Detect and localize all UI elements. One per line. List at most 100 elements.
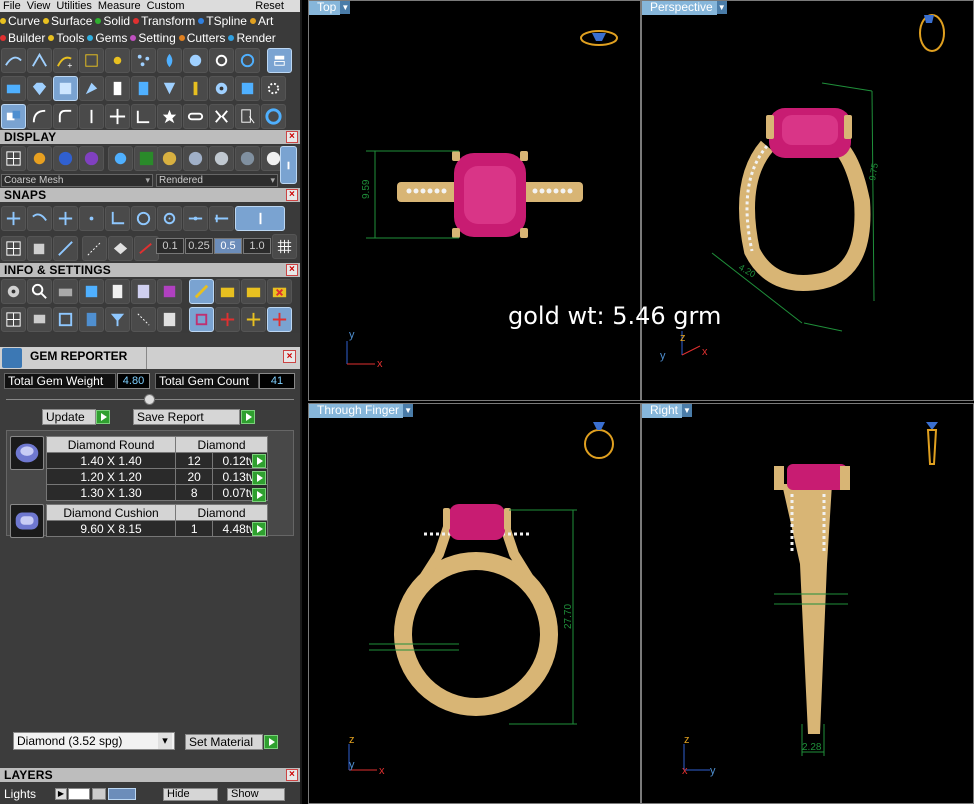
flower-tool-icon[interactable] — [209, 47, 234, 73]
add-curve-icon[interactable]: + — [53, 47, 78, 73]
material-silver-icon[interactable] — [209, 145, 234, 171]
drop-tool-icon[interactable] — [157, 47, 182, 73]
revolve-tool-icon[interactable] — [157, 75, 182, 101]
show-button[interactable]: Show — [227, 788, 285, 801]
menu-measure[interactable]: Measure — [95, 0, 144, 12]
menu-file[interactable]: File — [0, 0, 24, 12]
split-tool-icon[interactable] — [131, 75, 156, 101]
folder-save-icon[interactable] — [241, 278, 266, 304]
snap-intersect-icon[interactable] — [53, 205, 78, 231]
plugin-art[interactable]: Art — [249, 14, 273, 28]
select-icon[interactable] — [131, 306, 156, 332]
snaps-section-header[interactable]: SNAPS × — [0, 188, 300, 202]
sphere-blue-icon[interactable] — [53, 145, 78, 171]
plugin-curve[interactable]: Curve — [0, 14, 40, 28]
table-row[interactable]: 1.30 X 1.30 8 0.07tw — [45, 484, 268, 501]
explode-tool-icon[interactable] — [157, 103, 182, 129]
close-icon[interactable]: × — [286, 189, 298, 201]
folder-open-icon[interactable] — [215, 278, 240, 304]
close-icon[interactable]: × — [286, 264, 298, 276]
save-report-arrow-icon[interactable] — [241, 410, 255, 424]
table-row[interactable]: 1.20 X 1.20 20 0.13tw — [45, 468, 268, 485]
filter-icon[interactable] — [105, 306, 130, 332]
plugin-solid[interactable]: Solid — [95, 14, 130, 28]
snap-grid-icon[interactable] — [1, 235, 26, 261]
list-icon[interactable] — [157, 306, 182, 332]
sphere-purple-icon[interactable] — [79, 145, 104, 171]
gem-tool-icon[interactable] — [183, 47, 208, 73]
boolean-tool-icon[interactable] — [1, 103, 26, 129]
orbit-view-icon[interactable] — [267, 306, 292, 332]
layer-active-toggle[interactable] — [108, 788, 136, 800]
close-icon[interactable]: × — [286, 769, 298, 781]
circle-tool-icon[interactable] — [261, 103, 286, 129]
display-toggle-icon[interactable] — [280, 146, 297, 184]
snap-tan-icon[interactable] — [183, 205, 208, 231]
loft-tool-icon[interactable] — [79, 75, 104, 101]
snap-point-icon[interactable] — [79, 205, 104, 231]
document-icon[interactable] — [105, 278, 130, 304]
snap-value-0-25[interactable]: 0.25 — [185, 238, 213, 254]
plugin-builder[interactable]: Builder — [0, 31, 45, 45]
folder-close-icon[interactable] — [267, 278, 292, 304]
notes-icon[interactable] — [131, 278, 156, 304]
layout-icon[interactable] — [1, 306, 26, 332]
info-section-header[interactable]: INFO & SETTINGS × — [0, 263, 300, 277]
wire-cube-icon[interactable] — [53, 306, 78, 332]
close-icon[interactable]: × — [286, 131, 298, 143]
cube-info-icon[interactable] — [79, 278, 104, 304]
row-select-arrow-icon[interactable] — [252, 471, 266, 485]
save-report-button[interactable]: Save Report — [133, 409, 240, 425]
monitor-icon[interactable] — [27, 306, 52, 332]
viewport-perspective[interactable]: Perspective ▼ 9.75 4.20 y z x — [641, 0, 974, 401]
table-row[interactable]: 9.60 X 8.15 1 4.48tw — [45, 520, 268, 537]
snap-perp-icon[interactable] — [105, 205, 130, 231]
fillet-tool-icon[interactable] — [53, 103, 78, 129]
snap-value-0-1[interactable]: 0.1 — [156, 238, 184, 254]
render-view-icon[interactable] — [108, 145, 133, 171]
pattern-tool-icon[interactable] — [235, 75, 260, 101]
hide-button[interactable]: Hide — [163, 788, 218, 801]
update-arrow-icon[interactable] — [96, 410, 110, 424]
pan-view-icon[interactable] — [215, 306, 240, 332]
set-material-button[interactable]: Set Material — [185, 734, 263, 750]
plugin-setting[interactable]: Setting — [130, 31, 176, 45]
snap-box-icon[interactable] — [27, 235, 52, 261]
scale-tool-icon[interactable] — [131, 103, 156, 129]
update-button[interactable]: Update — [42, 409, 96, 425]
row-select-arrow-icon[interactable] — [252, 454, 266, 468]
slider-handle[interactable] — [144, 394, 155, 405]
plugin-render[interactable]: Render — [228, 31, 276, 45]
curve-tool-icon[interactable] — [1, 47, 26, 73]
menu-reset[interactable]: Reset — [252, 0, 300, 12]
row-select-arrow-icon[interactable] — [252, 522, 266, 536]
plugin-gems[interactable]: Gems — [87, 31, 127, 45]
snap-near-icon[interactable] — [209, 205, 234, 231]
snap-plane-icon[interactable] — [108, 235, 133, 261]
ring-tool-icon[interactable] — [235, 47, 260, 73]
printer-icon[interactable] — [53, 278, 78, 304]
table-row[interactable]: 1.40 X 1.40 12 0.12tw — [45, 452, 268, 469]
book-icon[interactable] — [79, 306, 104, 332]
snap-line-icon[interactable] — [53, 235, 78, 261]
viewport-top[interactable]: Top ▼ 9.59 y x — [308, 0, 641, 401]
layer-color-swatch[interactable] — [68, 788, 90, 800]
rotate-view-icon[interactable] — [189, 306, 214, 332]
plugin-cutters[interactable]: Cutters — [178, 31, 225, 45]
plugin-tspline[interactable]: TSpline — [198, 14, 247, 28]
set-material-arrow-icon[interactable] — [264, 735, 278, 749]
arc-tool-icon[interactable] — [27, 103, 52, 129]
scatter-tool-icon[interactable] — [131, 47, 156, 73]
layer-play-icon[interactable]: ▶ — [55, 788, 67, 800]
material-steel-icon[interactable] — [235, 145, 260, 171]
shaded-icon[interactable] — [27, 145, 52, 171]
diamond-tool-icon[interactable] — [27, 75, 52, 101]
plugin-transform[interactable]: Transform — [133, 14, 195, 28]
menu-view[interactable]: View — [24, 0, 54, 12]
bead-tool-icon[interactable] — [261, 75, 286, 101]
close-icon[interactable]: × — [283, 350, 296, 363]
snap-value-0-5[interactable]: 0.5 — [214, 238, 242, 254]
display-section-header[interactable]: DISPLAY × — [0, 130, 300, 144]
pipe-tool-icon[interactable] — [183, 75, 208, 101]
mirror-copy-icon[interactable] — [209, 103, 234, 129]
